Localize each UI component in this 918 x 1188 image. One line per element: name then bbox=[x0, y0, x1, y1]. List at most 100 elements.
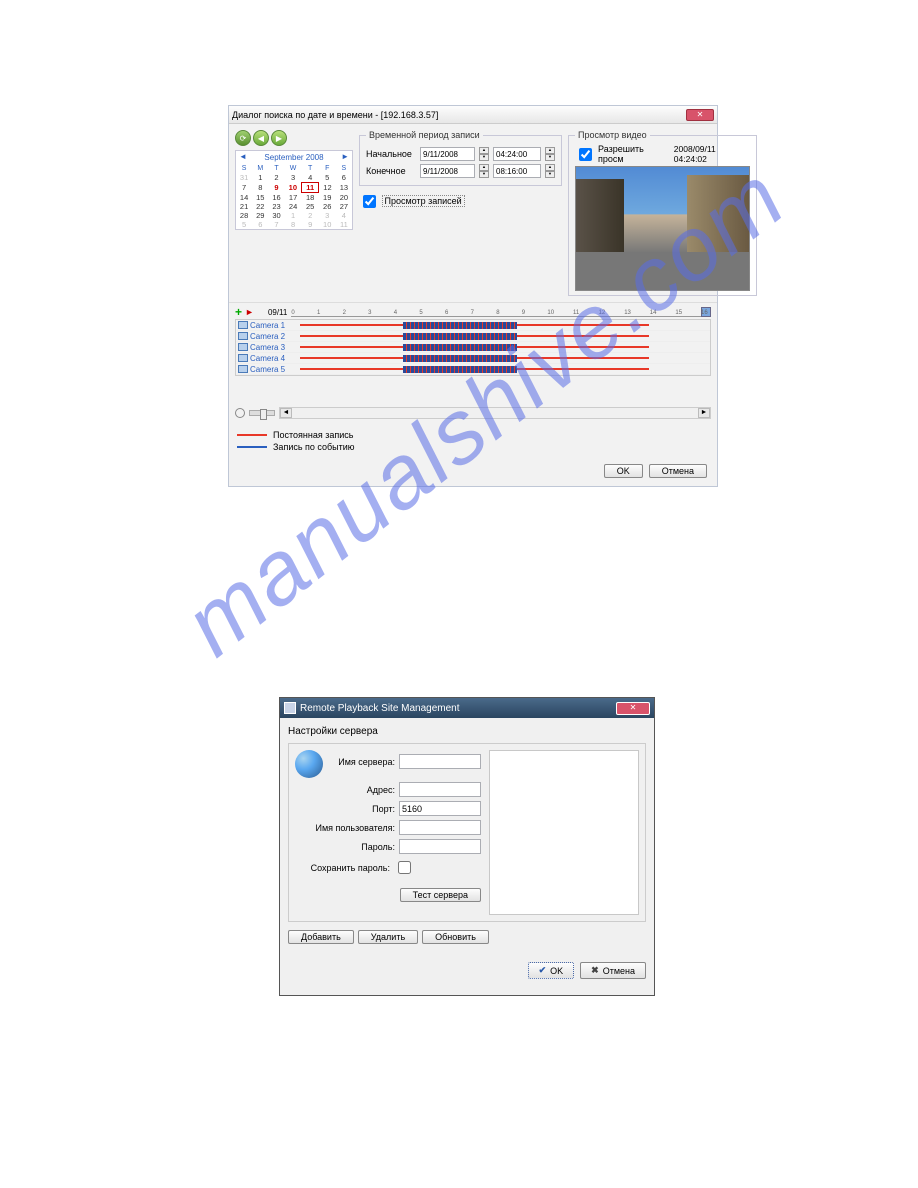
search-dialog: Диалог поиска по дате и времени - [192.1… bbox=[228, 105, 718, 487]
update-button[interactable]: Обновить bbox=[422, 930, 489, 944]
address-input[interactable] bbox=[399, 782, 481, 797]
dialog1-titlebar[interactable]: Диалог поиска по дате и времени - [192.1… bbox=[229, 106, 717, 124]
calendar-day[interactable]: 8 bbox=[252, 183, 268, 193]
calendar-day[interactable]: 8 bbox=[285, 220, 302, 229]
calendar-day[interactable]: 7 bbox=[268, 220, 284, 229]
calendar-day[interactable]: 1 bbox=[285, 211, 302, 220]
preview-timestamp: 2008/09/11 04:24:02 bbox=[674, 144, 750, 164]
cal-next-icon[interactable]: ► bbox=[341, 152, 349, 161]
spinner-icon[interactable]: ▲▼ bbox=[479, 147, 489, 161]
timeline-bar[interactable] bbox=[300, 343, 710, 351]
calendar-day[interactable]: 6 bbox=[252, 220, 268, 229]
camera-row[interactable]: Camera 3 bbox=[236, 342, 710, 353]
allow-preview-checkbox[interactable] bbox=[579, 148, 592, 161]
calendar-day[interactable]: 3 bbox=[285, 173, 302, 183]
calendar-day[interactable]: 23 bbox=[268, 202, 284, 211]
dialog1-title: Диалог поиска по дате и времени - [192.1… bbox=[232, 110, 438, 120]
cancel-button[interactable]: ✖Отмена bbox=[580, 962, 646, 979]
calendar-day[interactable]: 9 bbox=[268, 183, 284, 193]
ok-button[interactable]: ✔OK bbox=[528, 962, 575, 979]
camera-icon bbox=[238, 343, 248, 351]
close-icon[interactable]: ✕ bbox=[616, 702, 650, 715]
calendar-day[interactable]: 11 bbox=[302, 183, 319, 193]
dialog2-titlebar[interactable]: Remote Playback Site Management ✕ bbox=[280, 698, 654, 718]
calendar-day[interactable]: 27 bbox=[336, 202, 352, 211]
timeline-bar[interactable] bbox=[300, 354, 710, 362]
close-icon[interactable]: ✕ bbox=[686, 109, 714, 121]
calendar-day[interactable]: 4 bbox=[336, 211, 352, 220]
calendar-day[interactable]: 5 bbox=[319, 173, 336, 183]
calendar-day[interactable]: 28 bbox=[236, 211, 252, 220]
calendar-day[interactable]: 15 bbox=[252, 193, 268, 203]
globe-icon bbox=[295, 750, 323, 778]
calendar-day[interactable]: 11 bbox=[336, 220, 352, 229]
calendar-day[interactable]: 24 bbox=[285, 202, 302, 211]
server-list[interactable] bbox=[489, 750, 639, 915]
test-server-button[interactable]: Тест сервера bbox=[400, 888, 481, 902]
calendar-day[interactable]: 2 bbox=[302, 211, 319, 220]
calendar-day[interactable]: 10 bbox=[319, 220, 336, 229]
camera-row[interactable]: Camera 1 bbox=[236, 320, 710, 331]
timeline-bar[interactable] bbox=[300, 365, 710, 373]
calendar-day[interactable]: 10 bbox=[285, 183, 302, 193]
calendar-day[interactable]: 25 bbox=[302, 202, 319, 211]
camera-icon bbox=[238, 332, 248, 340]
start-date-input[interactable] bbox=[420, 147, 475, 161]
refresh-button[interactable]: ⟳ bbox=[235, 130, 251, 146]
end-label: Конечное bbox=[366, 166, 416, 176]
calendar-day[interactable]: 6 bbox=[336, 173, 352, 183]
h-scrollbar[interactable]: ◄► bbox=[279, 407, 711, 419]
calendar-day[interactable]: 29 bbox=[252, 211, 268, 220]
next-button[interactable]: ▶ bbox=[271, 130, 287, 146]
prev-button[interactable]: ◀ bbox=[253, 130, 269, 146]
camera-row[interactable]: Camera 5 bbox=[236, 364, 710, 375]
calendar-day[interactable]: 12 bbox=[319, 183, 336, 193]
calendar-day[interactable]: 18 bbox=[302, 193, 319, 203]
timeline-bar[interactable] bbox=[300, 332, 710, 340]
camera-row[interactable]: Camera 2 bbox=[236, 331, 710, 342]
calendar-day[interactable]: 19 bbox=[319, 193, 336, 203]
cal-prev-icon[interactable]: ◄ bbox=[239, 152, 247, 161]
save-pw-checkbox[interactable] bbox=[398, 861, 411, 874]
calendar-day[interactable]: 13 bbox=[336, 183, 352, 193]
calendar-day[interactable]: 31 bbox=[236, 173, 252, 183]
calendar-day[interactable]: 4 bbox=[302, 173, 319, 183]
calendar-day[interactable]: 26 bbox=[319, 202, 336, 211]
calendar-day[interactable]: 14 bbox=[236, 193, 252, 203]
end-date-input[interactable] bbox=[420, 164, 475, 178]
calendar-day[interactable]: 9 bbox=[302, 220, 319, 229]
add-icon[interactable]: + bbox=[235, 305, 242, 319]
delete-button[interactable]: Удалить bbox=[358, 930, 418, 944]
calendar-day[interactable]: 16 bbox=[268, 193, 284, 203]
calendar-day[interactable]: 1 bbox=[252, 173, 268, 183]
preview-record-checkbox[interactable] bbox=[363, 195, 376, 208]
zoom-slider[interactable] bbox=[249, 410, 275, 416]
add-button[interactable]: Добавить bbox=[288, 930, 354, 944]
timeline-bar[interactable] bbox=[300, 321, 710, 329]
calendar-day[interactable]: 3 bbox=[319, 211, 336, 220]
calendar-day[interactable]: 21 bbox=[236, 202, 252, 211]
spinner-icon[interactable]: ▲▼ bbox=[545, 164, 555, 178]
search-icon[interactable] bbox=[235, 408, 245, 418]
password-input[interactable] bbox=[399, 839, 481, 854]
calendar-day[interactable]: 2 bbox=[268, 173, 284, 183]
calendar[interactable]: ◄ September 2008 ► SMTWTFS31123456789101… bbox=[235, 150, 353, 230]
port-input[interactable] bbox=[399, 801, 481, 816]
calendar-day[interactable]: 20 bbox=[336, 193, 352, 203]
cancel-button[interactable]: Отмена bbox=[649, 464, 707, 478]
expand-icon[interactable]: ► bbox=[245, 307, 254, 317]
calendar-day[interactable]: 22 bbox=[252, 202, 268, 211]
calendar-day[interactable]: 17 bbox=[285, 193, 302, 203]
spinner-icon[interactable]: ▲▼ bbox=[545, 147, 555, 161]
calendar-day[interactable]: 7 bbox=[236, 183, 252, 193]
spinner-icon[interactable]: ▲▼ bbox=[479, 164, 489, 178]
calendar-day[interactable]: 5 bbox=[236, 220, 252, 229]
server-name-input[interactable] bbox=[399, 754, 481, 769]
ruler: 012345678910111213141516 bbox=[291, 307, 701, 317]
ok-button[interactable]: OK bbox=[604, 464, 643, 478]
calendar-day[interactable]: 30 bbox=[268, 211, 284, 220]
username-input[interactable] bbox=[399, 820, 481, 835]
camera-row[interactable]: Camera 4 bbox=[236, 353, 710, 364]
end-time-input[interactable] bbox=[493, 164, 541, 178]
start-time-input[interactable] bbox=[493, 147, 541, 161]
